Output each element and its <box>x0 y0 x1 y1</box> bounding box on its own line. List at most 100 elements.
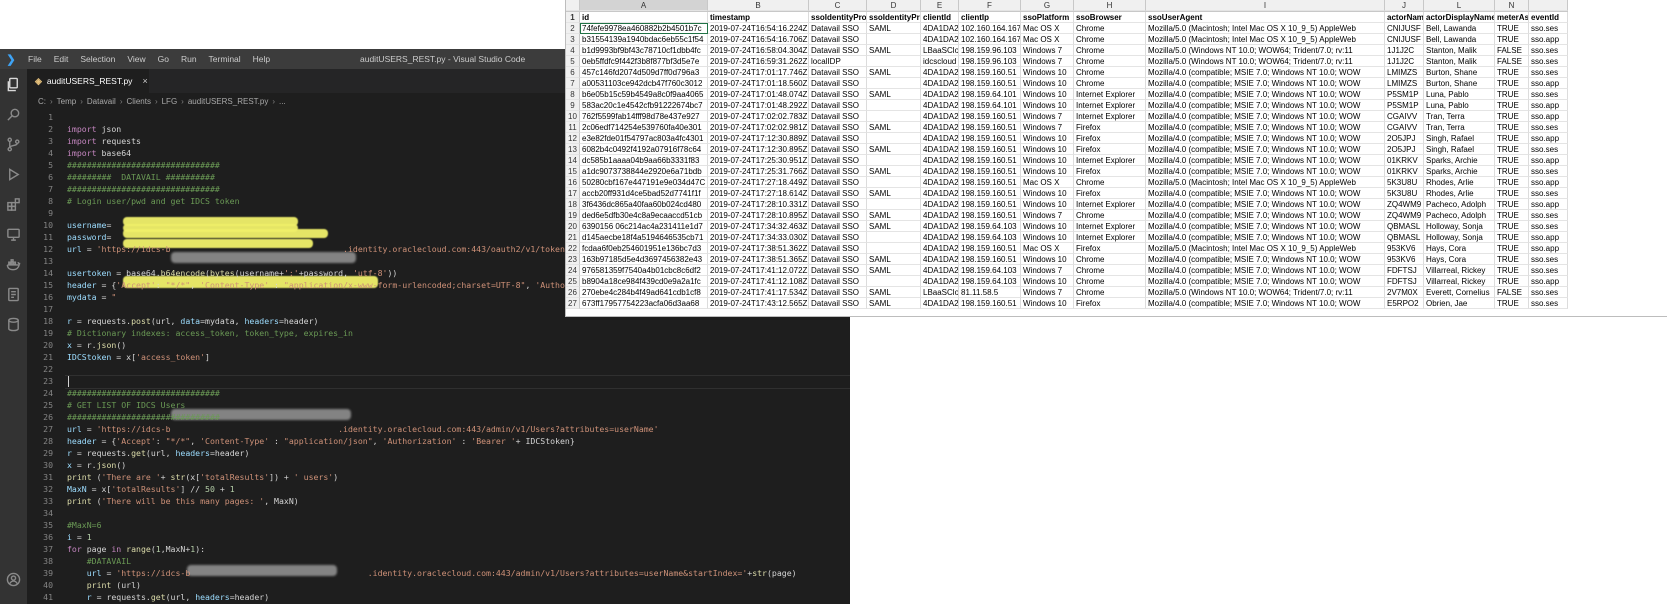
row-number[interactable]: 27 <box>566 298 580 309</box>
cell[interactable]: 01KRKV <box>1385 166 1424 177</box>
cell[interactable]: ssoIdentityPr <box>867 12 921 23</box>
cell[interactable] <box>867 243 921 254</box>
cell[interactable]: TRUE <box>1495 122 1529 133</box>
cell[interactable]: 4DA1DA25 <box>921 133 959 144</box>
column-letter[interactable]: L <box>1424 0 1495 11</box>
row-number[interactable]: 4 <box>566 45 580 56</box>
cell[interactable]: Firefox <box>1074 122 1146 133</box>
cell[interactable]: Bell, Lawanda <box>1424 34 1495 45</box>
cell[interactable]: FALSE <box>1495 287 1529 298</box>
cell[interactable]: eventId <box>1529 12 1568 23</box>
cell[interactable]: TRUE <box>1495 221 1529 232</box>
row-number[interactable]: 1 <box>566 12 580 23</box>
cell[interactable]: 2O5JPJ <box>1385 144 1424 155</box>
cell[interactable]: Mozilla/4.0 (compatible; MSIE 7.0; Windo… <box>1146 188 1385 199</box>
notebook-icon[interactable] <box>0 279 27 309</box>
cell[interactable]: Windows 10 <box>1021 298 1074 309</box>
cell[interactable]: TRUE <box>1495 276 1529 287</box>
cell[interactable]: LMIMZS <box>1385 67 1424 78</box>
cell[interactable]: Luna, Pablo <box>1424 100 1495 111</box>
row-number[interactable]: 26 <box>566 287 580 298</box>
cell[interactable]: 4DA1DA25 <box>921 276 959 287</box>
cell[interactable]: Mozilla/4.0 (compatible; MSIE 7.0; Windo… <box>1146 265 1385 276</box>
cell[interactable]: b6e05b15c59b4549a8c0f9aa4065 <box>580 89 708 100</box>
cell[interactable]: 198.159.160.51 <box>959 177 1021 188</box>
cell[interactable]: fcdaa6f0eb254601951e136bc7d3 <box>580 243 708 254</box>
cell[interactable]: 198.159.160.51 <box>959 133 1021 144</box>
cell[interactable]: Windows 10 <box>1021 89 1074 100</box>
column-letter[interactable]: E <box>921 0 959 11</box>
cell[interactable]: Chrome <box>1074 67 1146 78</box>
cell[interactable]: Pacheco, Adolph <box>1424 210 1495 221</box>
cell[interactable]: 198.159.96.103 <box>959 45 1021 56</box>
cell[interactable]: Mozilla/4.0 (compatible; MSIE 7.0; Windo… <box>1146 254 1385 265</box>
cell[interactable]: e3e82fde01f54797ac803a4fc4301 <box>580 133 708 144</box>
cell[interactable]: Internet Explorer <box>1074 89 1146 100</box>
cell[interactable]: 953KV6 <box>1385 254 1424 265</box>
cell[interactable] <box>867 78 921 89</box>
cell[interactable]: Datavail SSO <box>809 111 867 122</box>
cell[interactable]: sso.ses <box>1529 67 1568 78</box>
cell[interactable]: 4DA1DA25 <box>921 188 959 199</box>
cell[interactable]: Datavail SSO <box>809 67 867 78</box>
cell[interactable]: Mozilla/4.0 (compatible; MSIE 7.0; Windo… <box>1146 111 1385 122</box>
cell[interactable]: Firefox <box>1074 298 1146 309</box>
account-icon[interactable] <box>0 564 27 594</box>
cell[interactable]: Datavail SSO <box>809 34 867 45</box>
cell[interactable]: 457c146fd2074d509d7ff0d796a3 <box>580 67 708 78</box>
cell[interactable]: Datavail SSO <box>809 78 867 89</box>
cell[interactable]: 2019-07-24T17:02:02.783Z <box>708 111 809 122</box>
cell[interactable]: 2019-07-24T17:38:51.365Z <box>708 254 809 265</box>
cell[interactable]: 50280cbf167e447191e9e034d47C <box>580 177 708 188</box>
cell[interactable]: id <box>580 12 708 23</box>
cell[interactable]: b8904a18ce984f439cd0e9a2a1fc <box>580 276 708 287</box>
cell[interactable]: Mozilla/4.0 (compatible; MSIE 7.0; Windo… <box>1146 100 1385 111</box>
cell[interactable]: Internet Explorer <box>1074 232 1146 243</box>
cell[interactable]: FDFTSJ <box>1385 265 1424 276</box>
cell[interactable]: Datavail SSO <box>809 210 867 221</box>
cell[interactable]: TRUE <box>1495 177 1529 188</box>
cell[interactable]: Datavail SSO <box>809 287 867 298</box>
cell[interactable]: 4DA1DA25 <box>921 232 959 243</box>
cell[interactable]: Windows 10 <box>1021 221 1074 232</box>
cell[interactable]: 2019-07-24T17:01:18.560Z <box>708 78 809 89</box>
cell[interactable]: Datavail SSO <box>809 243 867 254</box>
breadcrumb-item[interactable]: ... <box>279 97 286 106</box>
cell[interactable]: 2019-07-24T16:58:04.304Z <box>708 45 809 56</box>
menu-item-file[interactable]: File <box>22 54 48 64</box>
cell[interactable]: 4DA1DA25 <box>921 100 959 111</box>
cell[interactable]: TRUE <box>1495 188 1529 199</box>
search-icon[interactable] <box>0 99 27 129</box>
cell[interactable]: Mozilla/4.0 (compatible; MSIE 7.0; Windo… <box>1146 78 1385 89</box>
cell[interactable]: sso.app <box>1529 232 1568 243</box>
cell[interactable]: Datavail SSO <box>809 199 867 210</box>
column-letter[interactable]: A <box>580 0 708 11</box>
cell[interactable]: sso.app <box>1529 177 1568 188</box>
cell[interactable]: SAML <box>867 188 921 199</box>
cell[interactable]: SAML <box>867 45 921 56</box>
cell[interactable]: Sparks, Archie <box>1424 166 1495 177</box>
cell[interactable]: SAML <box>867 89 921 100</box>
cell[interactable]: 2019-07-24T17:01:17.746Z <box>708 67 809 78</box>
cell[interactable]: Stanton, Malik <box>1424 45 1495 56</box>
row-number[interactable]: 16 <box>566 177 580 188</box>
row-number[interactable]: 10 <box>566 111 580 122</box>
cell[interactable]: Chrome <box>1074 78 1146 89</box>
cell[interactable]: 198.159.160.51 <box>959 155 1021 166</box>
cell[interactable]: Datavail SSO <box>809 254 867 265</box>
cell[interactable]: 198.159.160.51 <box>959 144 1021 155</box>
cell[interactable]: Sparks, Archie <box>1424 155 1495 166</box>
menu-item-selection[interactable]: Selection <box>74 54 121 64</box>
cell[interactable]: sso.ses <box>1529 166 1568 177</box>
cell[interactable]: sso.app <box>1529 133 1568 144</box>
cell[interactable]: 4DA1DA25 <box>921 34 959 45</box>
cell[interactable]: Chrome <box>1074 45 1146 56</box>
cell[interactable]: Internet Explorer <box>1074 111 1146 122</box>
cell[interactable]: Firefox <box>1074 188 1146 199</box>
cell[interactable]: 583ac20c1e4542cfb91222674bc7 <box>580 100 708 111</box>
row-number[interactable]: 7 <box>566 78 580 89</box>
cell[interactable]: Mozilla/4.0 (compatible; MSIE 7.0; Windo… <box>1146 221 1385 232</box>
cell[interactable]: 2019-07-24T17:27:18.449Z <box>708 177 809 188</box>
cell[interactable]: Windows 7 <box>1021 111 1074 122</box>
cell[interactable]: TRUE <box>1495 23 1529 34</box>
